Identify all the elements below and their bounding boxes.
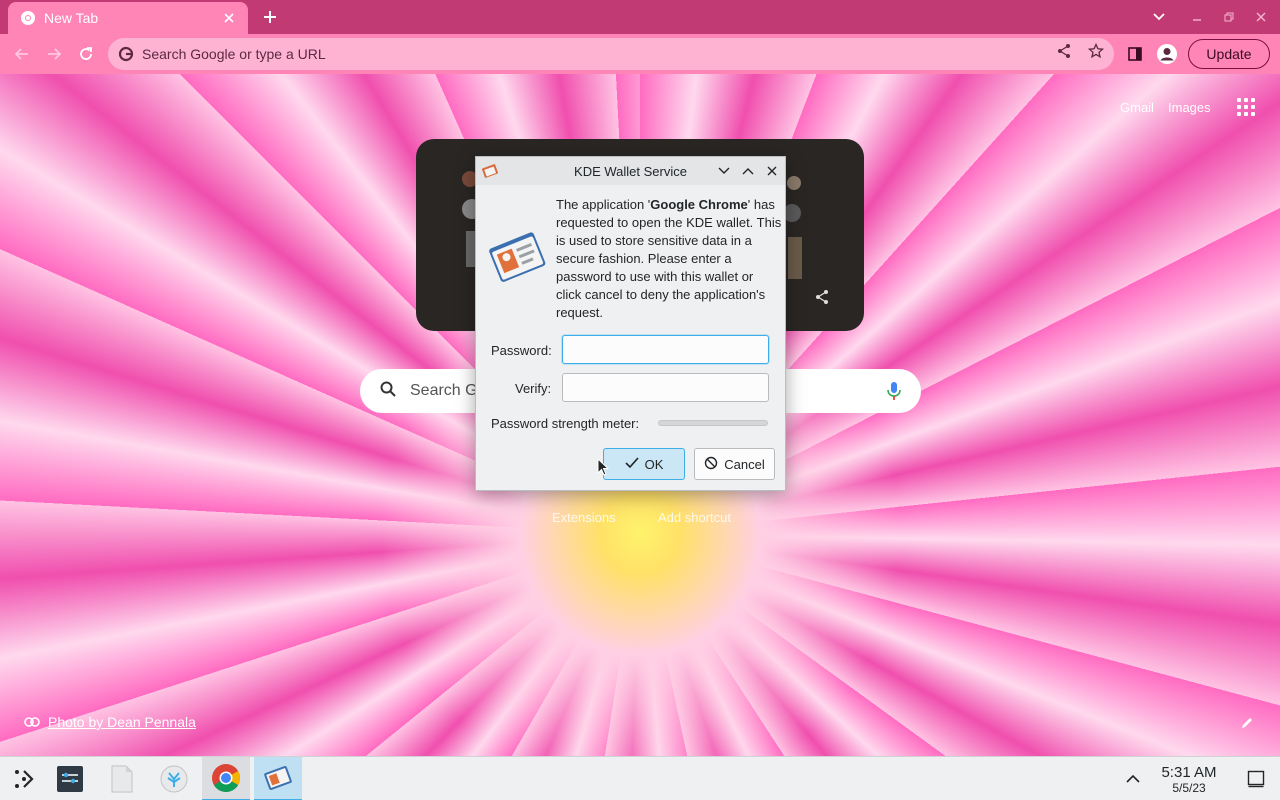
microphone-icon[interactable] xyxy=(887,381,901,406)
customize-pencil-icon[interactable] xyxy=(1240,716,1254,735)
discover-icon[interactable] xyxy=(150,757,198,800)
ok-button-label: OK xyxy=(644,456,664,472)
cancel-icon xyxy=(704,456,718,473)
verify-label: Verify: xyxy=(515,381,552,396)
omnibox-placeholder: Search Google or type a URL xyxy=(142,46,326,62)
cancel-button[interactable]: Cancel xyxy=(694,448,775,480)
extensions-shortcut[interactable]: Extensions xyxy=(552,510,616,525)
pager-icon[interactable] xyxy=(46,757,94,800)
show-desktop-icon[interactable] xyxy=(1232,757,1280,800)
chrome-taskbar-icon[interactable] xyxy=(202,757,250,800)
ntp-search-placeholder: Search G xyxy=(410,382,478,399)
bookmark-star-icon[interactable] xyxy=(1087,42,1105,60)
gmail-link[interactable]: Gmail xyxy=(1120,100,1154,115)
mouse-cursor-icon xyxy=(597,457,610,481)
photo-credit[interactable]: Photo by Dean Pennala xyxy=(24,714,196,730)
close-window-icon[interactable] xyxy=(1249,6,1273,28)
omnibox[interactable]: Search Google or type a URL xyxy=(108,38,1114,70)
update-button[interactable]: Update xyxy=(1188,39,1270,69)
clock-time: 5:31 AM xyxy=(1161,764,1217,781)
link-icon xyxy=(24,714,40,730)
search-icon xyxy=(380,381,396,402)
cancel-button-label: Cancel xyxy=(724,456,765,472)
reload-icon[interactable] xyxy=(74,42,98,66)
dialog-message: The application 'Google Chrome' has requ… xyxy=(556,196,782,322)
message-prefix: The application ' xyxy=(556,197,651,212)
browser-toolbar: Search Google or type a URL Update xyxy=(0,34,1280,74)
images-link[interactable]: Images xyxy=(1168,100,1211,115)
application-launcher-icon[interactable] xyxy=(0,757,48,800)
minimize-window-icon[interactable] xyxy=(1185,6,1209,28)
tab-title: New Tab xyxy=(44,10,99,26)
new-tab-button[interactable] xyxy=(258,6,282,28)
google-icon xyxy=(118,46,134,62)
kde-wallet-dialog: KDE Wallet Service The application 'Goog… xyxy=(475,156,786,491)
dialog-maximize-icon[interactable] xyxy=(740,163,756,179)
photo-credit-label: Photo by Dean Pennala xyxy=(48,714,196,730)
side-panel-icon[interactable] xyxy=(1123,42,1147,66)
restore-window-icon[interactable] xyxy=(1217,6,1241,28)
doodle-share-icon[interactable] xyxy=(814,289,830,310)
kde-taskbar: 5:31 AM 5/5/23 xyxy=(0,756,1280,800)
tab-search-chevron-icon[interactable] xyxy=(1147,6,1171,28)
add-shortcut[interactable]: Add shortcut xyxy=(658,510,731,525)
forward-icon[interactable] xyxy=(42,42,66,66)
password-field[interactable] xyxy=(562,335,769,364)
ok-button[interactable]: OK xyxy=(603,448,685,480)
password-strength-meter xyxy=(658,420,768,426)
message-app-name: Google Chrome xyxy=(650,197,748,212)
strength-meter-label: Password strength meter: xyxy=(491,416,640,431)
file-icon[interactable] xyxy=(98,757,146,800)
checkmark-icon xyxy=(625,456,639,472)
tab-new-tab[interactable]: New Tab xyxy=(8,2,248,34)
chrome-icon xyxy=(20,10,36,26)
digital-clock[interactable]: 5:31 AM 5/5/23 xyxy=(1150,764,1228,796)
back-icon[interactable] xyxy=(10,42,34,66)
dialog-close-icon[interactable] xyxy=(764,163,780,179)
dialog-title: KDE Wallet Service xyxy=(574,164,687,179)
share-icon[interactable] xyxy=(1055,42,1073,60)
close-tab-icon[interactable] xyxy=(220,9,238,27)
wallet-card-icon xyxy=(486,229,550,294)
dialog-titlebar[interactable]: KDE Wallet Service xyxy=(476,157,785,185)
google-apps-icon[interactable] xyxy=(1237,98,1255,116)
tab-strip: New Tab xyxy=(0,0,1280,34)
message-suffix: ' has requested to open the KDE wallet. … xyxy=(556,197,782,320)
verify-field[interactable] xyxy=(562,373,769,402)
clock-date: 5/5/23 xyxy=(1172,781,1206,795)
dialog-minimize-icon[interactable] xyxy=(716,163,732,179)
profile-avatar-icon[interactable] xyxy=(1155,42,1179,66)
kwallet-taskbar-icon[interactable] xyxy=(254,757,302,800)
password-label: Password: xyxy=(491,343,552,358)
